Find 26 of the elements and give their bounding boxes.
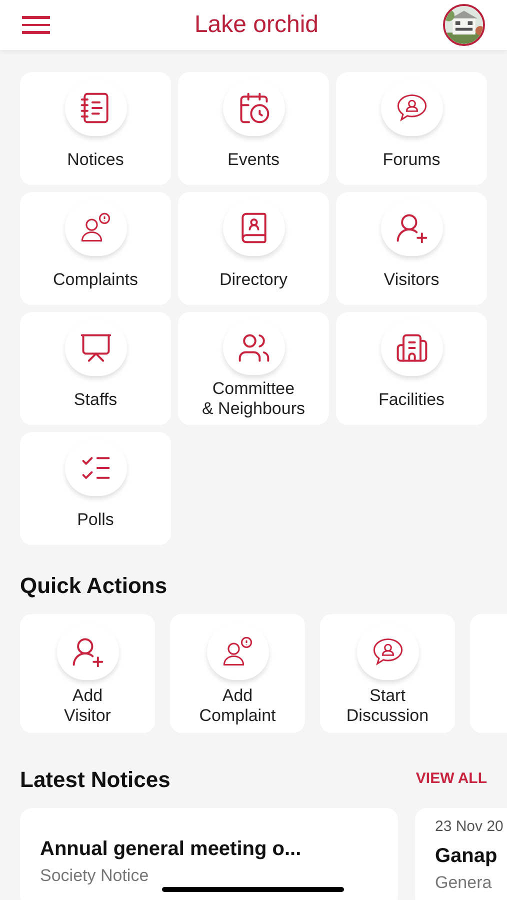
view-all-link[interactable]: VIEW ALL [416, 768, 487, 791]
quick-action-card[interactable]: Add Complaint [170, 614, 305, 733]
quick-action-card[interactable]: Add Visitor [20, 614, 155, 733]
module-tile[interactable]: Events [178, 72, 329, 185]
notice-category: Society Notice [40, 866, 149, 886]
module-tile[interactable]: Committee & Neighbours [178, 312, 329, 425]
module-tile[interactable]: Staffs [20, 312, 171, 425]
quick-action-card[interactable]: Start Discussion [320, 614, 455, 733]
notice-card[interactable]: 23 Nov 20 Ganap Genera [415, 808, 507, 900]
notice-date: 23 Nov 20 [435, 817, 504, 837]
notice-category: Genera [435, 872, 492, 892]
notice-card[interactable]: Annual general meeting o... Society Notice [20, 808, 398, 900]
module-tile[interactable]: Visitors [336, 192, 487, 305]
module-tile[interactable]: Directory [178, 192, 329, 305]
module-tile[interactable]: Forums [336, 72, 487, 185]
module-tile[interactable]: Facilities [336, 312, 487, 425]
module-tile[interactable]: Notices [20, 72, 171, 185]
notice-title: Annual general meeting o... [40, 837, 302, 862]
avatar[interactable] [442, 4, 485, 46]
module-tile[interactable]: Polls [20, 432, 171, 545]
section-heading: Quick Actions [19, 572, 168, 600]
app-title: Lake orchid [194, 10, 319, 40]
notice-title: Ganap [435, 844, 498, 868]
section-heading: Latest Notices [20, 766, 170, 794]
module-tile[interactable]: Complaints [20, 192, 171, 305]
menu-icon[interactable] [22, 16, 50, 34]
